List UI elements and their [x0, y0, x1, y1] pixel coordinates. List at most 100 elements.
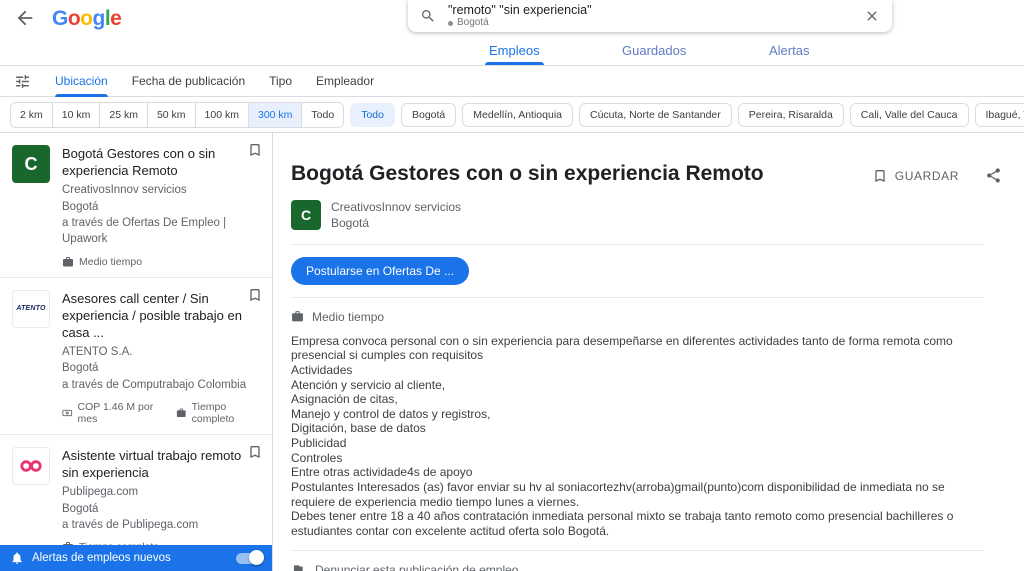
back-arrow-icon	[17, 10, 33, 26]
logo-letter: o	[80, 6, 93, 30]
glasses-icon	[20, 460, 42, 472]
filter-tab-empleador[interactable]: Empleador	[316, 66, 374, 97]
location-chip-bogota[interactable]: Bogotá	[400, 102, 457, 127]
job-info: Bogotá Gestores con o sin experiencia Re…	[62, 145, 262, 268]
location-chip-pereira[interactable]: Pereira, Risaralda	[737, 102, 844, 127]
detail-company-meta: CreativosInnov servicios Bogotá	[331, 199, 461, 231]
job-title: Bogotá Gestores con o sin experiencia Re…	[62, 146, 216, 179]
badge-label: COP 1.46 M por mes	[77, 401, 154, 426]
tab-empleos[interactable]: Empleos	[485, 36, 544, 65]
badge-label: Tiempo completo	[191, 401, 235, 426]
detail-title: Bogotá Gestores con o sin experiencia Re…	[291, 162, 764, 185]
distance-chip-25km[interactable]: 25 km	[100, 102, 148, 127]
detail-company-row: C CreativosInnov servicios Bogotá	[291, 199, 984, 231]
briefcase-icon	[176, 408, 186, 418]
logo-letter: e	[110, 6, 122, 30]
bookmark-button[interactable]	[247, 142, 263, 158]
alerts-bar-label: Alertas de empleos nuevos	[32, 552, 171, 564]
alerts-toggle[interactable]	[236, 550, 264, 565]
back-button[interactable]	[14, 7, 36, 29]
location-chip-medellin[interactable]: Medellín, Antioquia	[462, 102, 573, 127]
money-icon	[62, 410, 73, 417]
result-tabs: Empleos Guardados Alertas	[0, 36, 1024, 66]
report-label: Denunciar esta publicación de empleo	[315, 563, 519, 571]
save-button[interactable]: GUARDAR	[872, 168, 959, 184]
job-badges: COP 1.46 M por mes Tiempo completo	[62, 401, 262, 425]
job-location: Bogotá	[62, 200, 99, 213]
tab-alertas[interactable]: Alertas	[769, 36, 809, 65]
search-box[interactable]: "remoto" "sin experiencia" Bogotá	[408, 0, 892, 32]
distance-chip-100km[interactable]: 100 km	[196, 102, 249, 127]
distance-chip-2km[interactable]: 2 km	[11, 102, 53, 127]
job-location: Bogotá	[62, 362, 99, 375]
apply-button[interactable]: Postularse en Ofertas De ...	[291, 256, 470, 285]
bookmark-icon	[250, 288, 260, 301]
company-logo	[12, 447, 50, 486]
job-via: a través de Publipega.com	[62, 519, 199, 532]
flag-icon	[293, 565, 303, 571]
filter-tab-fecha[interactable]: Fecha de publicación	[132, 66, 245, 97]
employment-type-badge: Tiempo completo	[176, 401, 262, 425]
location-chip-cucuta[interactable]: Cúcuta, Norte de Santander	[579, 102, 732, 127]
search-location-label: Bogotá	[457, 17, 489, 29]
job-via: a través de Computrabajo Colombia	[62, 378, 247, 391]
search-icon	[420, 8, 436, 24]
location-chip-cali[interactable]: Cali, Valle del Cauca	[849, 102, 969, 127]
detail-company-logo-letter: C	[300, 207, 312, 224]
briefcase-icon	[63, 256, 73, 267]
job-badges: Medio tiempo	[62, 256, 262, 268]
distance-chip-50km[interactable]: 50 km	[148, 102, 196, 127]
employment-type-label: Medio tiempo	[312, 309, 385, 324]
location-chip-ibague[interactable]: Ibagué, Tolima	[974, 102, 1024, 127]
filter-bar: Ubicación Fecha de publicación Tipo Empl…	[0, 66, 1024, 97]
filter-settings-button[interactable]	[14, 73, 31, 90]
clear-search-button[interactable]	[864, 8, 880, 24]
report-job-link[interactable]: Denunciar esta publicación de empleo	[291, 563, 984, 571]
detail-company-location: Bogotá	[331, 216, 370, 231]
search-location: Bogotá	[448, 17, 592, 29]
job-card[interactable]: C Bogotá Gestores con o sin experiencia …	[0, 133, 272, 278]
job-alerts-bar[interactable]: Alertas de empleos nuevos	[0, 545, 272, 571]
google-logo[interactable]: Google	[52, 6, 122, 30]
bookmark-button[interactable]	[247, 287, 263, 303]
location-chip-todo[interactable]: Todo	[350, 102, 395, 127]
job-card[interactable]: ATENTO Asesores call center / Sin experi…	[0, 278, 272, 436]
detail-company-logo: C	[291, 200, 321, 231]
location-dot-icon	[448, 20, 453, 26]
divider	[291, 550, 984, 552]
filter-tab-ubicacion[interactable]: Ubicación	[55, 66, 108, 97]
employment-type-badge: Medio tiempo	[62, 256, 142, 268]
save-label: GUARDAR	[894, 168, 959, 183]
bookmark-icon	[250, 446, 260, 459]
job-location: Bogotá	[62, 502, 99, 515]
divider	[291, 243, 984, 245]
distance-chip-todo[interactable]: Todo	[302, 103, 343, 127]
bell-icon	[12, 552, 22, 564]
bookmark-button[interactable]	[247, 444, 263, 460]
chips-bar: 2 km 10 km 25 km 50 km 100 km 300 km Tod…	[0, 97, 1024, 133]
bookmark-icon	[875, 169, 885, 182]
company-logo-text: ATENTO	[16, 305, 46, 313]
divider	[291, 296, 984, 298]
share-icon	[987, 168, 1000, 183]
company-logo: C	[12, 145, 50, 183]
bookmark-icon	[250, 144, 260, 156]
job-info: Asesores call center / Sin experiencia /…	[62, 290, 262, 425]
filter-tab-tipo[interactable]: Tipo	[269, 66, 292, 97]
job-title: Asistente virtual trabajo remoto sin exp…	[62, 448, 242, 481]
distance-chip-10km[interactable]: 10 km	[53, 102, 101, 127]
tab-guardados[interactable]: Guardados	[622, 36, 686, 65]
company-logo: ATENTO	[12, 289, 50, 328]
share-button[interactable]	[985, 167, 1002, 184]
job-title: Asesores call center / Sin experiencia /…	[62, 290, 242, 340]
job-list: C Bogotá Gestores con o sin experiencia …	[0, 133, 273, 571]
job-meta: ATENTO S.A. Bogotá a través de Computrab…	[62, 344, 262, 393]
logo-letter: o	[67, 6, 81, 30]
job-via: a través de Ofertas De Empleo | Upawork	[62, 216, 227, 246]
close-icon	[867, 11, 877, 21]
job-company: ATENTO S.A.	[62, 346, 133, 359]
tune-icon	[16, 74, 29, 88]
job-meta: Publipega.com Bogotá a través de Publipe…	[62, 484, 262, 533]
detail-actions: GUARDAR	[872, 167, 1002, 184]
distance-chip-300km[interactable]: 300 km	[248, 102, 303, 127]
